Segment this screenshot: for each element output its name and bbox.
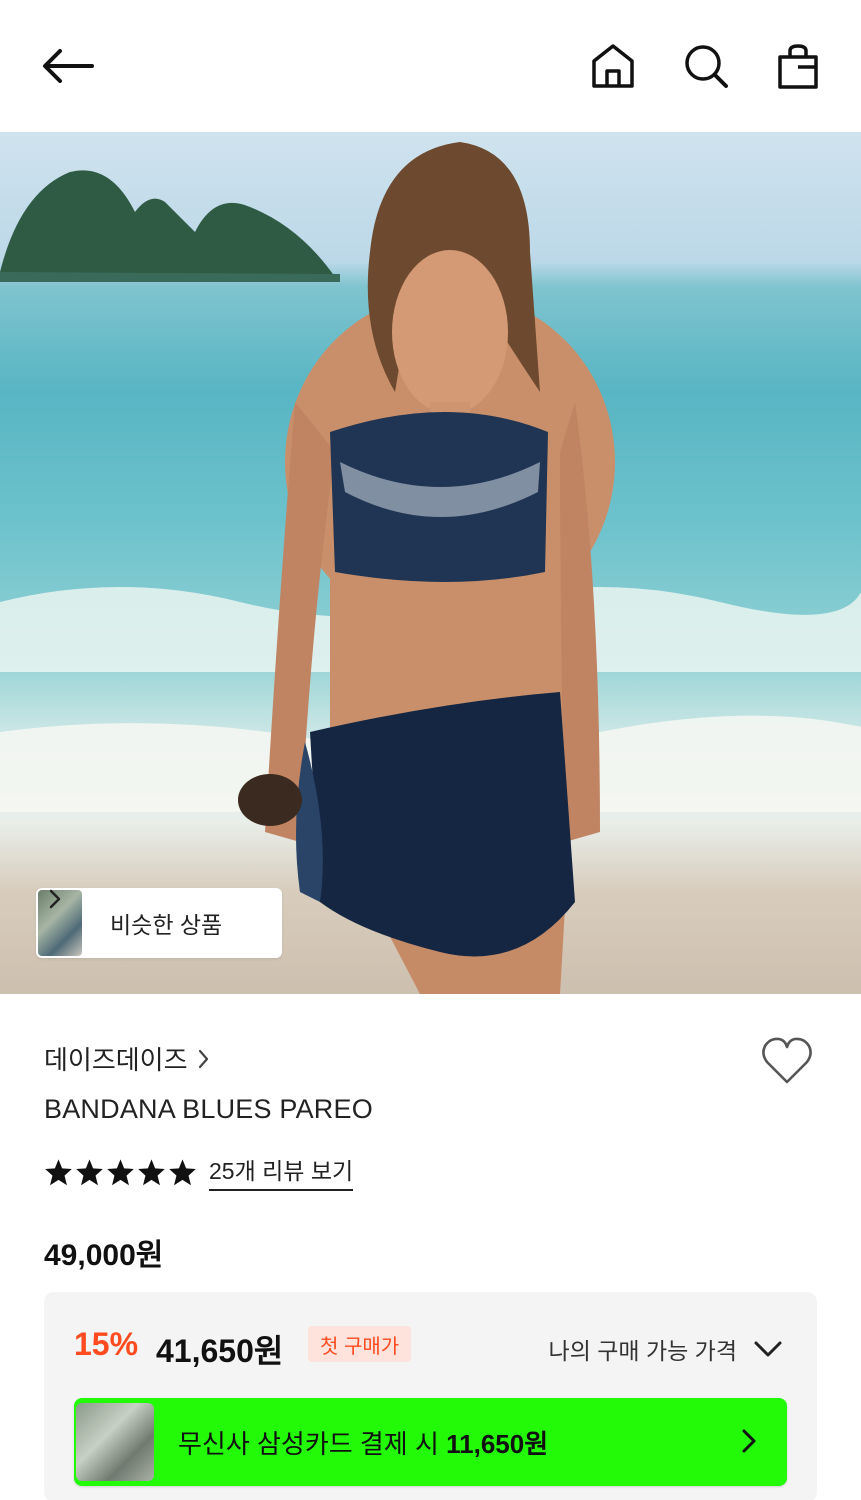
heart-icon: [762, 1037, 812, 1084]
final-price: 41,650원: [156, 1333, 284, 1369]
product-name: BANDANA BLUES PAREO: [44, 1094, 373, 1124]
similar-products-button[interactable]: 비슷한 상품: [36, 888, 282, 958]
review-link[interactable]: 25개 리뷰 보기: [209, 1152, 354, 1191]
product-image[interactable]: 비슷한 상품: [0, 132, 861, 994]
brand-link[interactable]: 데이즈데이즈: [44, 1040, 210, 1077]
star-icon: [76, 1158, 103, 1185]
like-button[interactable]: [760, 1036, 816, 1092]
card-promo-text: 무신사 삼성카드 결제 시 11,650원: [178, 1424, 548, 1461]
card-promo-banner[interactable]: 무신사 삼성카드 결제 시 11,650원: [74, 1398, 787, 1486]
similar-products-label: 비슷한 상품: [110, 912, 223, 938]
discount-rate: 15%: [74, 1326, 139, 1362]
chevron-right-icon: [198, 1049, 208, 1068]
star-rating: [44, 1158, 197, 1186]
card-promo-image: [76, 1403, 154, 1481]
star-icon: [45, 1158, 72, 1185]
top-nav: [0, 0, 861, 132]
card-promo-amount: 11,650원: [446, 1428, 549, 1459]
chevron-down-icon: [754, 1341, 782, 1357]
star-icon: [138, 1158, 165, 1185]
hero-photo: [0, 142, 861, 994]
search-button[interactable]: [678, 38, 734, 94]
home-button[interactable]: [585, 38, 641, 94]
brand-name: 데이즈데이즈: [44, 1045, 188, 1075]
my-price-toggle[interactable]: 나의 구매 가능 가격: [549, 1332, 783, 1366]
chevron-right-icon: [49, 889, 61, 909]
back-button[interactable]: [40, 38, 96, 94]
chevron-right-icon: [742, 1429, 756, 1453]
arrow-left-icon: [43, 49, 94, 83]
first-purchase-badge: 첫 구매가: [308, 1326, 412, 1362]
search-icon: [685, 45, 728, 88]
price-box: 15% 41,650원 첫 구매가 나의 구매 가능 가격 무신사 삼성카드 결…: [44, 1292, 817, 1500]
card-promo-label: 무신사 삼성카드 결제 시: [178, 1428, 439, 1459]
home-icon: [592, 44, 634, 88]
my-price-label: 나의 구매 가능 가격: [548, 1338, 737, 1364]
star-icon: [107, 1158, 134, 1185]
original-price: 49,000원: [44, 1239, 164, 1272]
shopping-bag-icon: [778, 44, 818, 89]
star-icon: [169, 1158, 196, 1185]
rating-row: 25개 리뷰 보기: [44, 1152, 354, 1191]
cart-button[interactable]: [770, 38, 826, 94]
